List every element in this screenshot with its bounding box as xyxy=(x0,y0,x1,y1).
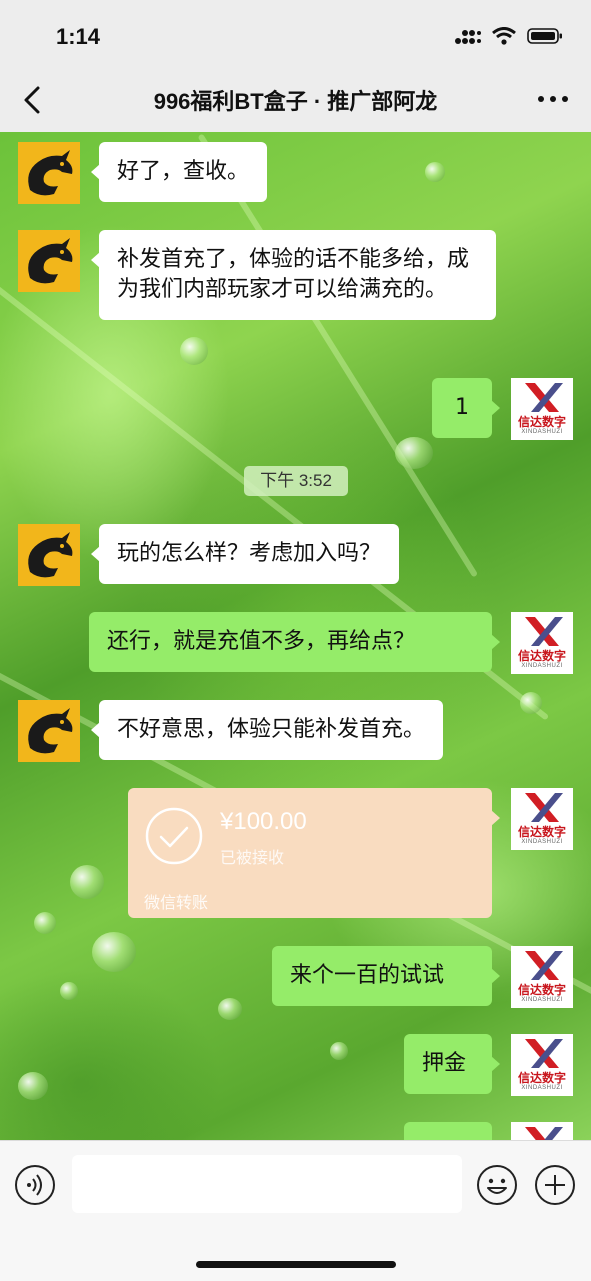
avatar-brand-text: 信达数字 xyxy=(517,983,566,997)
voice-input-icon[interactable] xyxy=(14,1164,56,1206)
message-bubble[interactable]: 押金 xyxy=(404,1034,500,1094)
contact-avatar[interactable] xyxy=(18,230,80,292)
more-options-icon[interactable] xyxy=(533,84,573,114)
transfer-label: 微信转账 xyxy=(144,893,209,912)
water-drop xyxy=(70,865,104,899)
system-icons xyxy=(455,27,563,45)
dragon-logo-icon xyxy=(28,532,73,578)
status-bar: 1:14 xyxy=(0,0,591,68)
battery-icon xyxy=(527,28,562,44)
message-timestamp: 下午 3:52 xyxy=(244,466,348,496)
received-check-icon xyxy=(145,807,203,865)
my-avatar[interactable]: 信达数字 XINDASHUZI xyxy=(511,946,573,1008)
cellular-signal-icon xyxy=(455,30,481,44)
dragon-logo-icon xyxy=(28,150,73,196)
x-logo-icon xyxy=(525,617,563,646)
message-bubble[interactable]: 好了，查收。 xyxy=(90,142,268,202)
water-drop xyxy=(92,932,136,972)
transfer-status: 已被接收 xyxy=(220,848,285,867)
avatar-brand-text: 信达数字 xyxy=(517,825,566,839)
chat-title: 996福利BT盒子 · 推广部阿龙 xyxy=(153,89,438,114)
avatar-brand-sub: XINDASHUZI xyxy=(521,429,563,435)
water-drop xyxy=(218,998,242,1020)
message-bubble[interactable]: 玩的怎么样？考虑加入吗？ xyxy=(90,524,400,584)
water-drop xyxy=(330,1042,348,1060)
message-input[interactable] xyxy=(72,1155,462,1213)
water-drop xyxy=(180,337,208,365)
home-indicator[interactable] xyxy=(196,1261,396,1268)
dragon-logo-icon xyxy=(28,238,73,284)
message-bubble-partial[interactable] xyxy=(404,1122,492,1140)
water-drop xyxy=(520,692,542,714)
transfer-card[interactable]: ¥100.00 已被接收 微信转账 xyxy=(128,788,500,918)
avatar-brand-sub: XINDASHUZI xyxy=(521,663,563,669)
status-time: 1:14 xyxy=(56,24,101,49)
chat-header: 996福利BT盒子 · 推广部阿龙 xyxy=(0,68,591,132)
x-logo-icon xyxy=(525,383,563,412)
avatar-brand-text: 信达数字 xyxy=(517,649,566,663)
my-avatar[interactable]: 信达数字 XINDASHUZI xyxy=(511,1034,573,1096)
message-bubble[interactable]: 来个一百的试试 xyxy=(272,946,500,1006)
water-drop xyxy=(34,912,56,934)
water-drop xyxy=(395,437,433,469)
avatar-brand-sub: XINDASHUZI xyxy=(521,997,563,1003)
wifi-icon xyxy=(492,27,516,45)
avatar-brand-text: 信达数字 xyxy=(517,1071,566,1085)
transfer-amount: ¥100.00 xyxy=(220,808,307,835)
message-bubble[interactable]: 不好意思，体验只能补发首充。 xyxy=(90,700,444,760)
dragon-logo-icon xyxy=(28,708,73,754)
chat-area[interactable]: 好了，查收。 补发首充了，体验的话不能多给，成为我们内部玩家才可以给满充的。 信… xyxy=(0,132,591,1140)
input-bar xyxy=(0,1140,591,1281)
contact-avatar[interactable] xyxy=(18,524,80,586)
my-avatar[interactable] xyxy=(511,1122,573,1140)
emoji-icon[interactable] xyxy=(476,1164,518,1206)
contact-avatar[interactable] xyxy=(18,142,80,204)
water-drop xyxy=(18,1072,48,1100)
my-avatar[interactable]: 信达数字 XINDASHUZI xyxy=(511,612,573,674)
x-logo-icon xyxy=(525,1127,563,1140)
avatar-brand-sub: XINDASHUZI xyxy=(521,839,563,845)
x-logo-icon xyxy=(525,793,563,822)
message-bubble[interactable]: 1 xyxy=(432,378,500,438)
my-avatar[interactable]: 信达数字 XINDASHUZI xyxy=(511,378,573,440)
message-bubble[interactable]: 补发首充了，体验的话不能多给，成为我们内部玩家才可以给满充的。 xyxy=(91,230,496,320)
message-bubble[interactable]: 还行，就是充值不多，再给点？ xyxy=(89,612,500,672)
avatar-brand-sub: XINDASHUZI xyxy=(521,1085,563,1091)
x-logo-icon xyxy=(525,951,563,980)
avatar-brand-text: 信达数字 xyxy=(517,415,566,429)
back-arrow-icon[interactable] xyxy=(18,82,50,118)
add-more-icon[interactable] xyxy=(534,1164,576,1206)
x-logo-icon xyxy=(525,1039,563,1068)
contact-avatar[interactable] xyxy=(18,700,80,762)
water-drop xyxy=(60,982,78,1000)
my-avatar[interactable]: 信达数字 XINDASHUZI xyxy=(511,788,573,850)
water-drop xyxy=(425,162,445,182)
